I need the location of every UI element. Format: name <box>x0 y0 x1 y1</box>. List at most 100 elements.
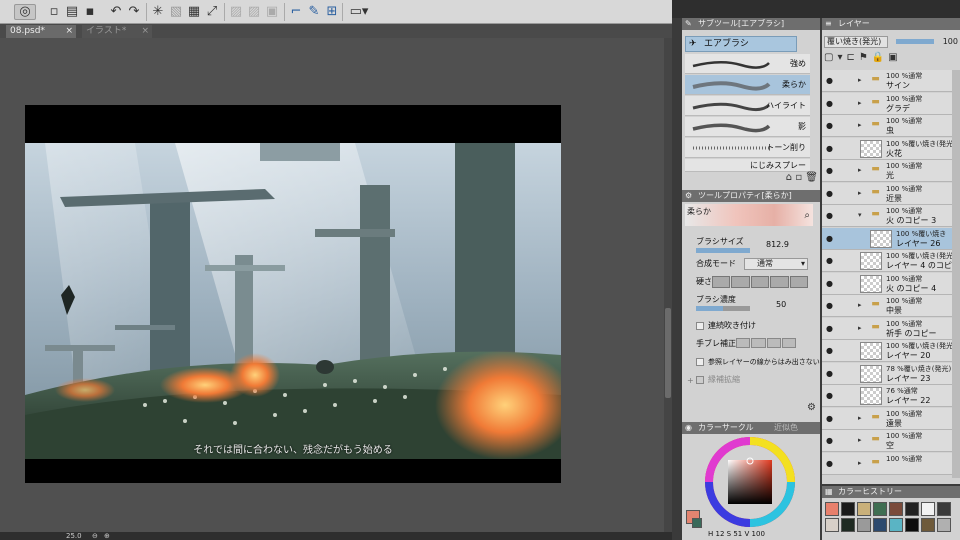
tab-08-psd[interactable]: 08.psd* × <box>6 25 76 38</box>
layer-row[interactable]: ● ▸ ▬ 100 %通常 <box>822 452 952 475</box>
visibility-eye-icon[interactable]: ● <box>826 256 833 265</box>
brush-item-spray[interactable]: にじみスプレー <box>685 159 810 172</box>
invert-selection-icon[interactable]: ▨ <box>246 4 262 20</box>
expand-arrow-icon[interactable]: ▸ <box>858 436 862 444</box>
color-swatch[interactable] <box>825 502 839 516</box>
color-swatch[interactable] <box>905 502 919 516</box>
expand-arrow-icon[interactable]: ▸ <box>858 166 862 174</box>
expand-checkbox[interactable] <box>696 376 704 384</box>
layer-row[interactable]: ● ▸ ▬ 100 %通常 近景 <box>822 182 952 205</box>
brush-item-shadow[interactable]: 影 <box>685 117 810 137</box>
tab-approximate-color[interactable]: 近似色 <box>774 422 798 434</box>
color-swatch[interactable] <box>889 502 903 516</box>
layer-opacity-value[interactable]: 100 <box>943 37 958 46</box>
layer-color-icon[interactable]: ▢ <box>824 52 833 66</box>
color-swatch[interactable] <box>841 502 855 516</box>
visibility-eye-icon[interactable]: ● <box>826 459 833 468</box>
expand-arrow-icon[interactable]: ▸ <box>858 189 862 197</box>
layer-scrollbar[interactable] <box>952 70 960 478</box>
close-icon[interactable]: × <box>141 25 149 38</box>
expand-arrow-icon[interactable]: ▸ <box>858 414 862 422</box>
layer-row[interactable]: ● ▸ ▬ 100 %通常 遠景 <box>822 407 952 430</box>
app-menu-icon[interactable]: ◎ <box>14 4 36 20</box>
hardness-selector[interactable] <box>712 276 809 288</box>
airbrush-tool-button[interactable]: ✈ エアブラシ <box>685 36 797 52</box>
visibility-eye-icon[interactable]: ● <box>826 346 833 355</box>
fill-icon[interactable]: ▦ <box>186 4 202 20</box>
layer-blend-mode-select[interactable]: 覆い焼き(発光) <box>824 36 888 48</box>
ruler-snap-icon[interactable]: ⌐ <box>288 4 304 20</box>
deselect-icon[interactable]: ▨ <box>228 4 244 20</box>
visibility-eye-icon[interactable]: ● <box>826 211 833 220</box>
expand-arrow-icon[interactable]: ▸ <box>858 324 862 332</box>
color-wheel[interactable] <box>704 436 796 528</box>
canvas-scrollbar[interactable] <box>664 38 672 532</box>
visibility-eye-icon[interactable]: ● <box>826 76 833 85</box>
expand-arrow-icon[interactable]: ▸ <box>858 76 862 84</box>
zoom-in-icon[interactable]: ⊕ <box>104 532 110 540</box>
layer-row[interactable]: ● ▸ ▬ 100 %通常 グラデ <box>822 92 952 115</box>
visibility-eye-icon[interactable]: ● <box>826 391 833 400</box>
blend-mode-select[interactable]: 通常 ▾ <box>744 258 808 270</box>
layer-row[interactable]: ● 100 %覆い焼き(発光) 火花 <box>822 137 956 160</box>
color-swatch[interactable] <box>889 518 903 532</box>
zoom-value[interactable]: 25.0 <box>66 532 82 540</box>
layer-row[interactable]: ● 76 %通常 レイヤー 22 <box>822 385 952 407</box>
layer-row[interactable]: ● ▸ ▬ 100 %通常 中景 <box>822 295 952 317</box>
brush-size-slider[interactable] <box>696 248 750 253</box>
brush-item-tone-scrape[interactable]: トーン削り <box>685 138 810 158</box>
brush-size-value[interactable]: 812.9 <box>766 240 789 249</box>
clip-icon[interactable]: ⊏ <box>846 52 854 66</box>
color-swatch[interactable] <box>857 518 871 532</box>
expand-arrow-icon[interactable]: ▸ <box>858 301 862 309</box>
layer-row[interactable]: ● 100 %通常火 のコピー 4 <box>822 272 952 295</box>
transform-icon[interactable]: ⤢ <box>204 4 220 20</box>
copy-subtool-icon[interactable]: ▫ <box>795 172 802 183</box>
continuous-checkbox[interactable] <box>696 322 704 330</box>
layer-row[interactable]: ● 100 %覆い焼き(発光) レイヤー 20 <box>822 340 956 362</box>
stabilization-selector[interactable] <box>736 338 796 348</box>
visibility-eye-icon[interactable]: ● <box>826 144 833 153</box>
visibility-eye-icon[interactable]: ● <box>826 414 833 423</box>
clear-icon[interactable]: ▧ <box>168 4 184 20</box>
create-subtool-icon[interactable]: ⌂ <box>786 172 792 183</box>
layer-opacity-slider[interactable] <box>896 39 934 44</box>
color-swatch[interactable] <box>825 518 839 532</box>
brush-item-soft[interactable]: 柔らか <box>685 75 810 95</box>
display-settings-icon[interactable]: ▭▾ <box>348 4 370 20</box>
artwork-image[interactable]: それでは間に合わない、残念だがもう始める <box>25 105 561 483</box>
color-swatch[interactable] <box>873 502 887 516</box>
color-swatch[interactable] <box>857 502 871 516</box>
settings-icon[interactable]: ⚙ <box>807 402 816 413</box>
visibility-eye-icon[interactable]: ● <box>826 99 833 108</box>
visibility-eye-icon[interactable]: ● <box>826 369 833 378</box>
brush-item-highlight[interactable]: ハイライト <box>685 96 810 116</box>
layer-row[interactable]: ● ▸ ▬ 100 %通常虫 <box>822 115 952 137</box>
expand-arrow-icon[interactable]: ▸ <box>858 99 862 107</box>
visibility-eye-icon[interactable]: ● <box>826 234 833 243</box>
expand-arrow-icon[interactable]: ▸ <box>858 121 862 129</box>
expand-arrow-icon[interactable]: ▾ <box>858 211 862 219</box>
zoom-out-icon[interactable]: ⊖ <box>92 532 98 540</box>
layer-row[interactable]: ● ▸ ▬ 100 %通常 祈手 のコピー <box>822 317 952 340</box>
expand-arrow-icon[interactable]: ▸ <box>858 459 862 467</box>
layer-row[interactable]: ● 100 %覆い焼き レイヤー 26 <box>822 227 952 250</box>
lock-icon[interactable]: 🔒 <box>872 52 884 66</box>
visibility-eye-icon[interactable]: ● <box>826 436 833 445</box>
color-swatch[interactable] <box>905 518 919 532</box>
layer-row[interactable]: ● ▸ ▬ 100 %通常空 <box>822 430 952 452</box>
color-swatch[interactable] <box>937 502 951 516</box>
layer-row[interactable]: ● ▸ ▬ 100 %通常光 <box>822 160 952 182</box>
color-swatch[interactable] <box>921 518 935 532</box>
undo-icon[interactable]: ↶ <box>108 4 124 20</box>
reference-layer-checkbox[interactable] <box>696 358 704 366</box>
redo-icon[interactable]: ↷ <box>126 4 142 20</box>
visibility-eye-icon[interactable]: ● <box>826 324 833 333</box>
visibility-eye-icon[interactable]: ● <box>826 301 833 310</box>
open-folder-icon[interactable]: ▤ <box>64 4 80 20</box>
visibility-eye-icon[interactable]: ● <box>826 189 833 198</box>
close-icon[interactable]: × <box>65 25 73 38</box>
mask-icon[interactable]: ▣ <box>888 52 897 66</box>
visibility-eye-icon[interactable]: ● <box>826 121 833 130</box>
crop-icon[interactable]: ▣ <box>264 4 280 20</box>
